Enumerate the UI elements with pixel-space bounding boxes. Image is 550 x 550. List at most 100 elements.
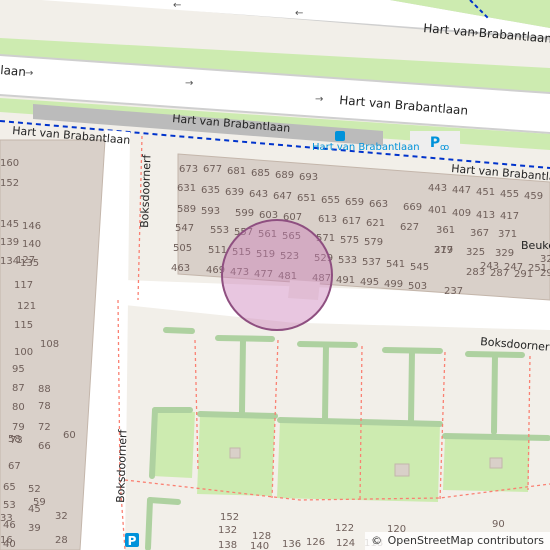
house-number: 617	[342, 216, 361, 227]
location-marker	[221, 219, 333, 331]
house-number: 122	[335, 523, 354, 534]
house-number: 139	[0, 237, 19, 248]
garden-1	[152, 410, 195, 478]
boksdoornerf-label-lower: Boksdoornerf	[114, 428, 130, 503]
house-number: 463	[171, 263, 190, 274]
house-number: 145	[0, 219, 19, 230]
house-number: 247	[504, 262, 523, 273]
house-number: 621	[366, 218, 385, 229]
house-number: 58	[8, 434, 21, 445]
house-number: 505	[173, 243, 192, 254]
house-number: 547	[175, 223, 194, 234]
house-number: 447	[452, 185, 471, 196]
house-number: 451	[476, 187, 495, 198]
house-number: 459	[524, 191, 543, 202]
house-number: 237	[444, 286, 463, 297]
house-number: 146	[22, 221, 41, 232]
house-number: 693	[299, 172, 318, 183]
attribution: © OpenStreetMap contributors	[365, 532, 550, 550]
beuk-label: Beuke	[521, 239, 550, 252]
house-number: 72	[38, 422, 51, 433]
house-number: 67	[8, 461, 21, 472]
shed-3	[489, 457, 503, 469]
house-number: 677	[203, 164, 222, 175]
house-number: 673	[179, 164, 198, 175]
house-number: 108	[40, 339, 59, 350]
house-number: 541	[386, 259, 405, 270]
house-number: 367	[470, 228, 489, 239]
house-number: 124	[336, 538, 355, 549]
house-number: 575	[340, 235, 359, 246]
house-number: 689	[275, 170, 294, 181]
house-number: 140	[250, 541, 269, 550]
bus-stop-icon	[335, 131, 345, 141]
house-number: 325	[540, 254, 550, 265]
house-number: 455	[500, 189, 519, 200]
house-number: 115	[14, 320, 33, 331]
parking-label: P	[128, 534, 137, 548]
house-number: 60	[63, 430, 76, 441]
house-number: 599	[235, 208, 254, 219]
house-number: 90	[492, 519, 505, 530]
house-number: 491	[336, 275, 355, 286]
map-canvas[interactable]: P P ꝏ ←← →→→ → Hart van Brabantlaan laan…	[0, 0, 550, 550]
house-number: 655	[321, 195, 340, 206]
attribution-link[interactable]: OpenStreetMap contributors	[388, 534, 544, 547]
house-number: 132	[218, 525, 237, 536]
svg-text:→: →	[315, 94, 323, 105]
house-number: 138	[218, 540, 237, 550]
house-number: 533	[338, 255, 357, 266]
house-number: 681	[227, 166, 246, 177]
house-number: 33	[0, 513, 13, 524]
house-number: 152	[0, 178, 19, 189]
garden-3	[277, 420, 440, 502]
house-number: 117	[14, 280, 33, 291]
house-number: 659	[345, 197, 364, 208]
house-number: 495	[360, 277, 379, 288]
house-number: 511	[208, 245, 227, 256]
house-number: 140	[22, 239, 41, 250]
house-number: 80	[12, 402, 25, 413]
house-number: 100	[14, 347, 33, 358]
house-number: 443	[428, 183, 447, 194]
garden-4	[443, 436, 530, 492]
house-number: 79	[12, 422, 25, 433]
house-number: 243	[480, 261, 499, 272]
house-number: 401	[428, 205, 447, 216]
house-number: 65	[3, 482, 16, 493]
svg-text:→: →	[185, 78, 193, 89]
house-number: 537	[362, 257, 381, 268]
house-number: 45	[28, 504, 41, 515]
house-number: 651	[297, 193, 316, 204]
house-number: 545	[410, 262, 429, 273]
house-number: 593	[201, 206, 220, 217]
house-number: 87	[12, 383, 25, 394]
house-number: 371	[498, 229, 517, 240]
svg-text:←: ←	[173, 0, 181, 11]
house-number: 647	[273, 191, 292, 202]
house-number: 127	[16, 255, 35, 266]
house-number: 136	[282, 539, 301, 550]
house-number: 685	[251, 168, 270, 179]
house-number: 66	[38, 441, 51, 452]
house-number: 639	[225, 187, 244, 198]
house-number: 635	[201, 185, 220, 196]
house-number: 95	[12, 364, 25, 375]
house-number: 28	[55, 535, 68, 546]
house-number: 409	[452, 208, 471, 219]
house-number: 499	[384, 279, 403, 290]
house-number: 589	[177, 204, 196, 215]
house-number: 627	[400, 222, 419, 233]
boksdoornerf-label-upper: Boksdoornerf	[138, 153, 154, 228]
house-number: 325	[466, 247, 485, 258]
house-number: 579	[364, 237, 383, 248]
house-number: 669	[403, 202, 422, 213]
street-label-top-left: laan	[0, 63, 26, 79]
house-number: 613	[318, 214, 337, 225]
svg-text:←: ←	[295, 8, 303, 19]
house-number: 126	[306, 537, 325, 548]
house-number: 88	[38, 384, 51, 395]
shed-2	[394, 463, 410, 477]
shed-1	[229, 447, 241, 459]
house-number: 32	[55, 511, 68, 522]
